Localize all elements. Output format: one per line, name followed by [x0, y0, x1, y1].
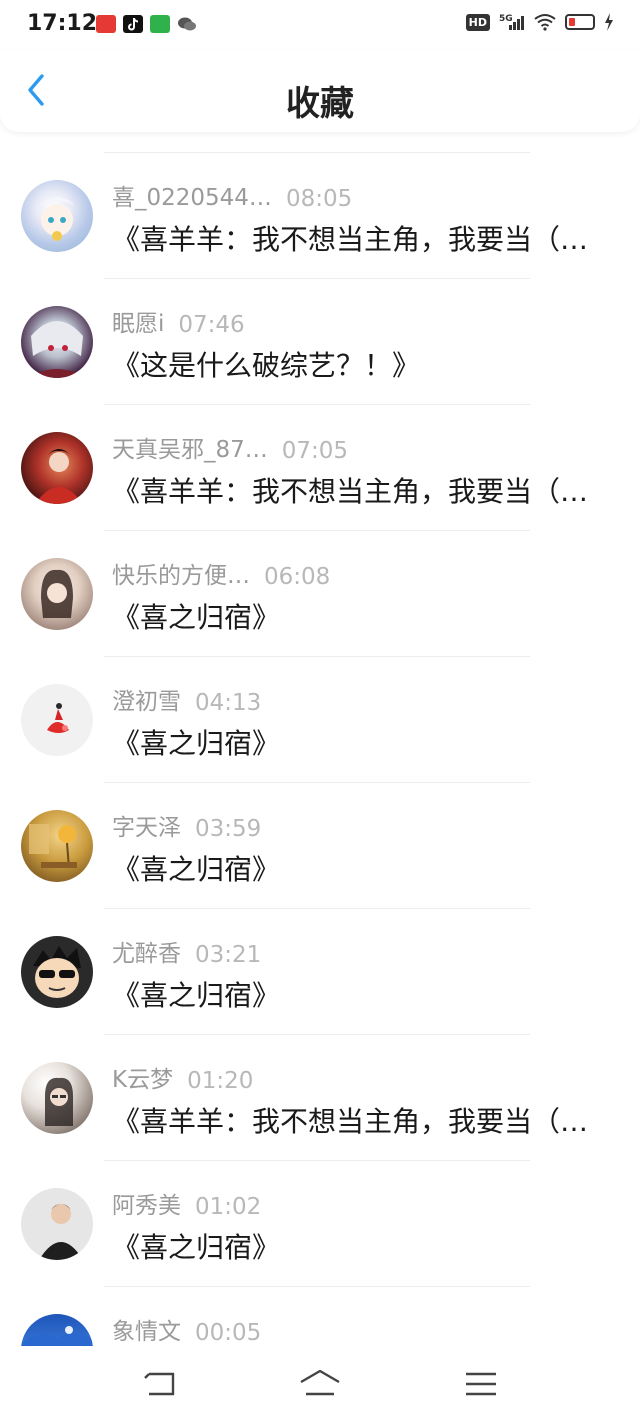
divider: [104, 1286, 530, 1287]
novel-title: 《喜羊羊：我不想当主角，我要当（…: [112, 1105, 589, 1138]
divider: [104, 530, 530, 531]
novel-title: 《喜羊羊：我不想当主角，我要当（…: [112, 223, 589, 256]
back-nav-icon: [144, 1372, 175, 1396]
iqiyi-icon: [150, 15, 170, 33]
avatar[interactable]: [21, 558, 93, 630]
list-item[interactable]: 快乐的方便… 06:08 《喜之归宿》: [0, 530, 640, 656]
status-indicators: HD 5G: [465, 13, 614, 31]
favorites-list: 喜_0220544… 08:05 《喜羊羊：我不想当主角，我要当（… 眠愿i 07:…: [0, 152, 640, 1412]
status-bar: 17:12 HD 5G: [0, 0, 640, 50]
item-meta: 喜_0220544… 08:05: [112, 178, 352, 212]
avatar[interactable]: [21, 684, 93, 756]
novel-title: 《喜之归宿》: [112, 727, 281, 760]
avatar[interactable]: [21, 432, 93, 504]
user-name: 象情文: [112, 1319, 181, 1345]
status-time: 17:12: [27, 11, 98, 36]
divider: [104, 908, 530, 909]
item-time: 06:08: [264, 564, 331, 590]
divider: [104, 1034, 530, 1035]
item-meta: 快乐的方便… 06:08: [112, 556, 330, 590]
divider: [104, 1160, 530, 1161]
battery-icon: [565, 14, 595, 30]
notification-icons: [96, 15, 197, 33]
menu-nav-icon: [466, 1372, 496, 1396]
novel-title: 《喜羊羊：我不想当主角，我要当（…: [112, 475, 589, 508]
divider: [104, 656, 530, 657]
header: 收藏: [0, 50, 640, 132]
user-name: 快乐的方便…: [112, 563, 250, 589]
signal-5g-icon: 5G: [499, 14, 524, 30]
list-item[interactable]: 喜_0220544… 08:05 《喜羊羊：我不想当主角，我要当（…: [0, 152, 640, 278]
nav-home-button[interactable]: [298, 1368, 342, 1400]
item-time: 04:13: [195, 690, 262, 716]
list-item[interactable]: 字天泽 03:59 《喜之归宿》: [0, 782, 640, 908]
list-item[interactable]: 澄初雪 04:13 《喜之归宿》: [0, 656, 640, 782]
item-time: 00:05: [195, 1320, 262, 1346]
item-time: 03:59: [195, 816, 262, 842]
item-meta: 象情文 00:05: [112, 1312, 261, 1346]
divider: [104, 152, 530, 153]
item-meta: 字天泽 03:59: [112, 808, 261, 842]
avatar[interactable]: [21, 1062, 93, 1134]
page-title: 收藏: [286, 84, 354, 124]
system-nav-bar: [0, 1346, 640, 1422]
user-name: 阿秀美: [112, 1193, 181, 1219]
item-meta: 澄初雪 04:13: [112, 682, 261, 716]
user-name: 尤醉香: [112, 941, 181, 967]
item-meta: K云梦 01:20: [112, 1060, 253, 1094]
avatar[interactable]: [21, 180, 93, 252]
charging-icon: [605, 13, 613, 31]
user-name: 字天泽: [112, 815, 181, 841]
toutiao-icon: [96, 15, 116, 33]
novel-title: 《喜之归宿》: [112, 1231, 281, 1264]
list-item[interactable]: 眠愿i 07:46 《这是什么破综艺？！》: [0, 278, 640, 404]
avatar[interactable]: [21, 306, 93, 378]
item-time: 08:05: [285, 186, 353, 212]
item-meta: 眠愿i 07:46: [112, 304, 245, 338]
item-time: 01:20: [187, 1068, 254, 1094]
tiktok-icon: [123, 15, 143, 33]
item-time: 07:46: [178, 312, 245, 338]
avatar[interactable]: [21, 1188, 93, 1260]
item-time: 01:02: [195, 1194, 262, 1220]
novel-title: 《喜之归宿》: [112, 601, 281, 634]
avatar[interactable]: [21, 810, 93, 882]
list-item[interactable]: 尤醉香 03:21 《喜之归宿》: [0, 908, 640, 1034]
item-meta: 阿秀美 01:02: [112, 1186, 261, 1220]
user-name: 眠愿i: [112, 311, 165, 337]
home-nav-icon: [300, 1369, 340, 1396]
svg-text:5G: 5G: [499, 14, 513, 24]
nav-back-button[interactable]: [139, 1368, 183, 1400]
avatar[interactable]: [21, 936, 93, 1008]
divider: [104, 782, 530, 783]
user-name: K云梦: [112, 1067, 174, 1093]
novel-title: 《喜之归宿》: [112, 853, 281, 886]
item-time: 03:21: [195, 942, 262, 968]
user-name: 喜_0220544…: [112, 185, 272, 211]
list-item[interactable]: 天真吴邪_87… 07:05 《喜羊羊：我不想当主角，我要当（…: [0, 404, 640, 530]
divider: [104, 278, 530, 279]
list-item[interactable]: 阿秀美 01:02 《喜之归宿》: [0, 1160, 640, 1286]
list-item[interactable]: K云梦 01:20 《喜羊羊：我不想当主角，我要当（…: [0, 1034, 640, 1160]
novel-title: 《喜之归宿》: [112, 979, 281, 1012]
nav-menu-button[interactable]: [459, 1368, 503, 1400]
divider: [104, 404, 530, 405]
user-name: 天真吴邪_87…: [112, 437, 268, 463]
item-meta: 天真吴邪_87… 07:05: [112, 430, 348, 464]
user-name: 澄初雪: [112, 689, 181, 715]
novel-title: 《这是什么破综艺？！》: [112, 349, 421, 382]
item-meta: 尤醉香 03:21: [112, 934, 261, 968]
hd-badge: HD: [465, 13, 490, 31]
wechat-icon: [177, 15, 197, 33]
item-time: 07:05: [281, 438, 349, 464]
wifi-icon: [534, 14, 556, 31]
